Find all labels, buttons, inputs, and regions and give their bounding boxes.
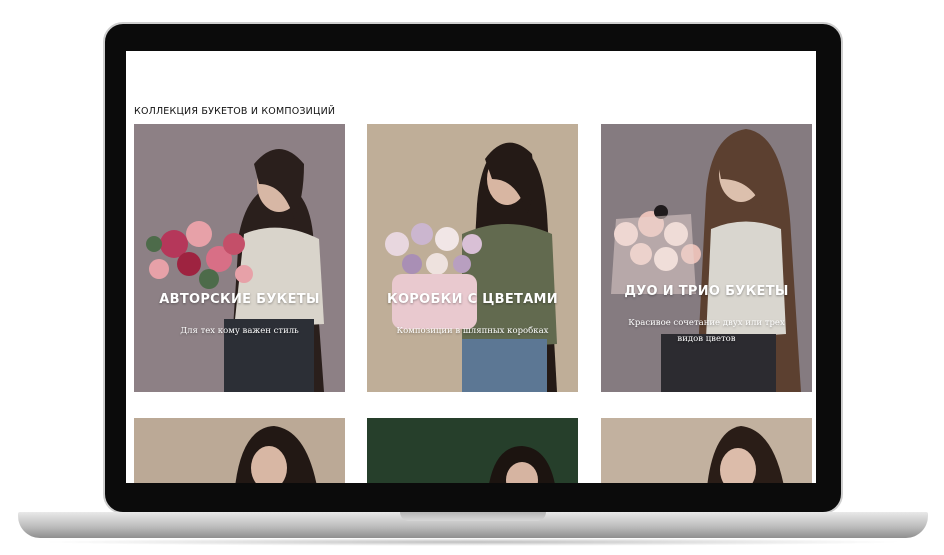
card-title: ДУО И ТРИО БУКЕТЫ [624,284,789,299]
card-title: КОРОБКИ С ЦВЕТАМИ [387,292,558,307]
card-row2-3[interactable] [601,418,812,483]
card-title: АВТОРСКИЕ БУКЕТЫ [159,292,320,307]
bouquet-photo [134,124,345,392]
duo-bouquet-photo [601,124,812,392]
card-flower-boxes[interactable]: КОРОБКИ С ЦВЕТАМИ Композиции в шляпных к… [367,124,578,392]
laptop-shadow [40,538,906,546]
bouquet-photo [367,418,578,483]
card-author-bouquets[interactable]: АВТОРСКИЕ БУКЕТЫ Для тех кому важен стил… [134,124,345,392]
screen: КОЛЛЕКЦИЯ БУКЕТОВ И КОМПОЗИЦИЙ АВТОРСКИЕ… [126,51,816,483]
bouquet-photo [134,418,345,483]
card-subtitle: Для тех кому важен стиль [180,326,299,336]
card-subtitle: Красивое сочетание двух или трех видов ц… [628,318,785,344]
laptop-notch [400,512,546,521]
card-duo-trio-bouquets[interactable]: ДУО И ТРИО БУКЕТЫ Красивое сочетание дву… [601,124,812,392]
flower-box-photo [367,124,578,392]
section-title: КОЛЛЕКЦИЯ БУКЕТОВ И КОМПОЗИЦИЙ [134,106,336,117]
card-row2-1[interactable] [134,418,345,483]
bouquet-photo [601,418,812,483]
card-subtitle: Композиции в шляпных коробках [396,326,549,336]
card-row2-2[interactable] [367,418,578,483]
